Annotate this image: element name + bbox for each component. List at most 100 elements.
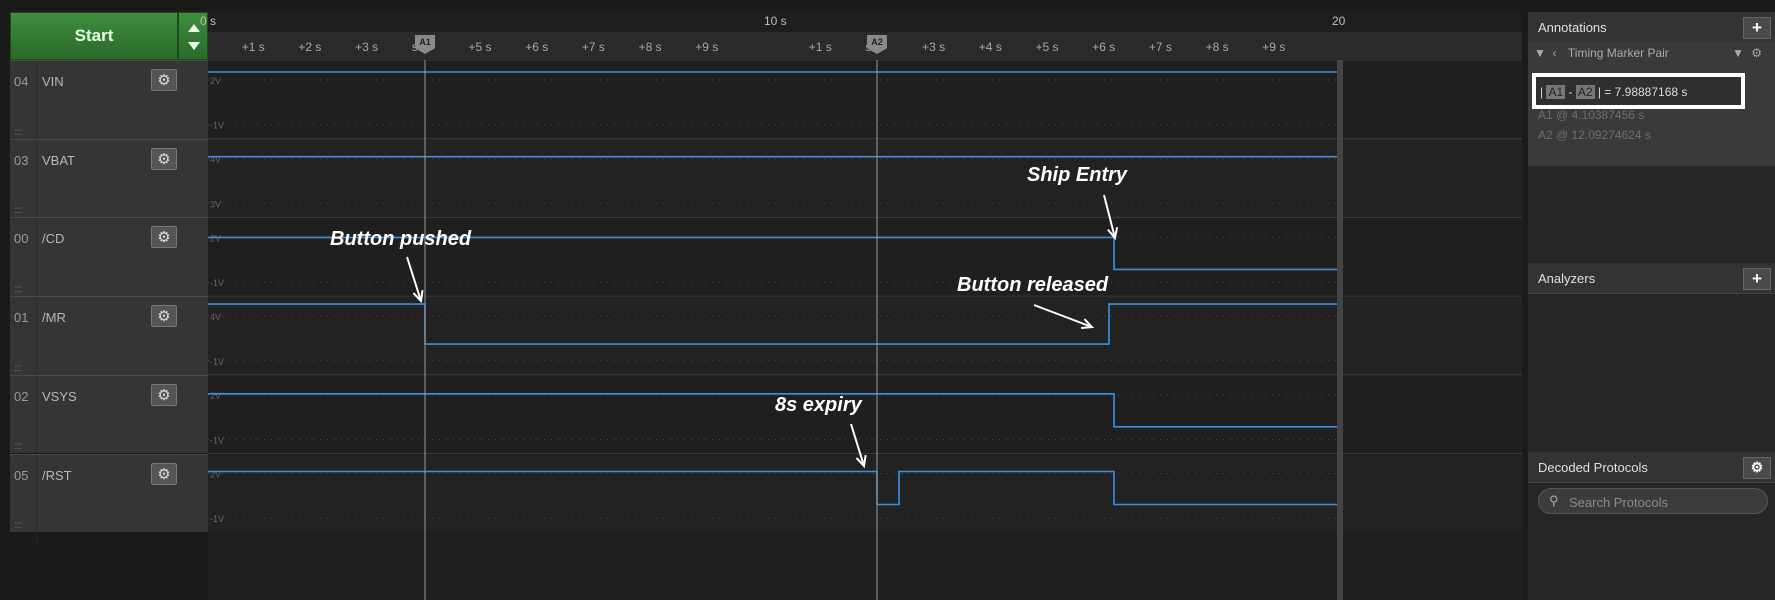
drag-grip-icon[interactable]: :::: — [14, 127, 22, 138]
decoded-protocols-title: Decoded Protocols — [1538, 460, 1648, 475]
lane-top-label: 2V — [210, 76, 221, 86]
analyzers-header: Analyzers + — [1528, 263, 1775, 294]
a2-time: A2 @ 12.09274624 s — [1538, 128, 1651, 142]
annotation-button-released: Button released — [957, 274, 1109, 296]
channel-settings-gear-icon[interactable]: ⚙ — [151, 226, 177, 249]
measurement-box: | A1 - A2 | = 7.98887168 s — [1532, 73, 1745, 109]
channel-number: 00 — [14, 231, 29, 247]
drag-grip-icon[interactable]: :::: — [14, 284, 22, 295]
ruler-minor-label: +7 s — [1148, 40, 1172, 54]
channel-name[interactable]: VSYS — [42, 389, 77, 404]
ruler-minor-label: +5 s — [468, 40, 492, 54]
lane-bottom-label: -1V — [210, 278, 224, 288]
search-protocols-field[interactable]: ⚲ — [1538, 488, 1768, 514]
search-icon: ⚲ — [1549, 493, 1559, 508]
channel-separator — [36, 454, 37, 542]
marker-pair-row[interactable]: ▼ ‹ Timing Marker Pair ▼ ⚙ — [1534, 46, 1764, 66]
ruler-minor-label: +2 s — [298, 40, 322, 54]
channel-number: 04 — [14, 74, 29, 89]
ruler-minor-label: +6 s — [1092, 40, 1116, 54]
channel-row[interactable]: 01/MR ⚙:::: — [10, 296, 208, 385]
channel-settings-gear-icon[interactable]: ⚙ — [151, 462, 177, 485]
ruler-minor-label: +1 s — [808, 40, 832, 54]
add-analyzer-button[interactable]: + — [1743, 268, 1771, 290]
channel-column: Start 04 VIN ⚙:::: 03 VBAT ⚙:::: 00/CD ⚙:::: 01/… — [10, 12, 213, 600]
logic-analyzer-window: Start 04 VIN ⚙:::: 03 VBAT ⚙:::: 00/CD ⚙:::: 01/… — [0, 0, 1775, 600]
ruler-minor-label: +8 s — [638, 40, 662, 54]
lane-bottom-label: -1V — [210, 121, 224, 131]
lane-top-label: 2V — [210, 233, 221, 243]
a1-time: A1 @ 4.10387456 s — [1538, 108, 1645, 122]
pin-icon: ▼ ‹ — [1534, 46, 1557, 60]
search-protocols-input[interactable] — [1567, 492, 1761, 512]
drag-grip-icon[interactable]: :::: — [14, 441, 22, 452]
drag-grip-icon[interactable]: :::: — [14, 363, 22, 374]
lane-bottom-label: -1V — [210, 436, 224, 446]
start-button[interactable]: Start — [10, 12, 178, 60]
lane-top-label: 4V — [210, 312, 221, 322]
marker-settings-gear-icon[interactable]: ⚙ — [1751, 46, 1762, 60]
annotation-button-pushed: Button pushed — [330, 228, 472, 250]
time-ruler-major: 0 s 10 s 20 — [200, 12, 1522, 32]
channel-name[interactable]: /RST — [42, 468, 72, 483]
channel-row[interactable]: 05/RST ⚙:::: — [10, 453, 208, 542]
ruler-minor-label: +6 s — [525, 40, 549, 54]
protocols-settings-gear-icon[interactable]: ⚙ — [1743, 457, 1771, 479]
ruler-minor-label: +5 s — [1035, 40, 1059, 54]
ruler-minor-label: +3 s — [355, 40, 379, 54]
waveform-lane — [208, 296, 1522, 375]
channel-number: 05 — [14, 467, 29, 483]
channel-separator — [36, 61, 37, 148]
channel-name[interactable]: VBAT — [42, 153, 75, 168]
ruler-major-label: 10 s — [764, 14, 787, 28]
channel-number: 03 — [14, 152, 29, 168]
ruler-major-label: 0 s — [200, 14, 217, 28]
channel-name[interactable]: /CD — [42, 231, 64, 246]
lane-bottom-label: -1V — [210, 514, 224, 524]
channel-name[interactable]: /MR — [42, 310, 66, 325]
ruler-minor-label: +4 s — [978, 40, 1002, 54]
annotation-ship-entry: Ship Entry — [1027, 164, 1128, 186]
waveform-lane — [208, 138, 1522, 218]
annotations-body: ▼ ‹ Timing Marker Pair ▼ ⚙ A1 @ 4.103874… — [1528, 42, 1775, 166]
channel-settings-gear-icon[interactable]: ⚙ — [151, 383, 177, 406]
analyzers-title: Analyzers — [1538, 271, 1596, 286]
waveform-view[interactable]: 2V-1V4V3V2V-1V4V-1V2V-1V2V-1V — [208, 60, 1522, 600]
channel-row[interactable]: 02 VSYS ⚙:::: — [10, 374, 208, 463]
ruler-minor-label: +8 s — [1205, 40, 1229, 54]
annotations-header: Annotations + — [1528, 12, 1775, 43]
marker-pair-label: Timing Marker Pair — [1567, 46, 1669, 60]
ruler-minor-label: +3 s — [922, 40, 946, 54]
a2-tag: A2 — [1575, 85, 1595, 99]
channel-row[interactable]: 04 VIN ⚙:::: — [10, 60, 208, 148]
channel-name[interactable]: VIN — [42, 74, 64, 89]
dropdown-icon[interactable]: ▼ — [1732, 46, 1744, 60]
channel-separator — [36, 297, 37, 385]
ruler-major-label: 20 — [1332, 14, 1346, 28]
channel-settings-gear-icon[interactable]: ⚙ — [151, 147, 177, 170]
add-annotation-button[interactable]: + — [1743, 17, 1771, 39]
drag-grip-icon[interactable]: :::: — [14, 205, 22, 216]
right-panel: Annotations + ▼ ‹ Timing Marker Pair ▼ ⚙… — [1528, 12, 1775, 600]
ruler-minor-label: +1 s — [241, 40, 265, 54]
lane-bottom-label: 3V — [210, 199, 221, 209]
channel-number: 02 — [14, 388, 29, 404]
lane-top-label: 2V — [210, 391, 221, 401]
channel-row[interactable]: 03 VBAT ⚙:::: — [10, 138, 208, 227]
measurement-text: | A1 - A2 | = 7.98887168 s — [1540, 85, 1688, 99]
channel-number: 01 — [14, 310, 29, 326]
drag-grip-icon[interactable]: :::: — [14, 520, 22, 531]
ruler-minor-label: +9 s — [695, 40, 719, 54]
channel-separator — [36, 375, 37, 463]
channel-row[interactable]: 00/CD ⚙:::: — [10, 217, 208, 306]
measurement-value: 7.98887168 s — [1614, 85, 1688, 99]
channel-separator — [36, 218, 37, 306]
marker-a1-flag[interactable]: A1 — [415, 35, 435, 54]
channel-settings-gear-icon[interactable]: ⚙ — [151, 69, 177, 91]
arrow-up-icon[interactable] — [188, 24, 200, 32]
arrow-down-icon[interactable] — [188, 42, 200, 50]
decoded-protocols-header: Decoded Protocols ⚙ — [1528, 452, 1775, 483]
timeline-area: 0 s 10 s 20 +1 s +2 s +3 s s +5 s +6 s +7 s +8 s +… — [200, 12, 1522, 600]
time-ruler-minor: +1 s+2 s+3 ss+5 s+6 s+7 s+8 s+9 s+1 ss+3… — [208, 32, 1522, 61]
channel-settings-gear-icon[interactable]: ⚙ — [151, 305, 177, 328]
